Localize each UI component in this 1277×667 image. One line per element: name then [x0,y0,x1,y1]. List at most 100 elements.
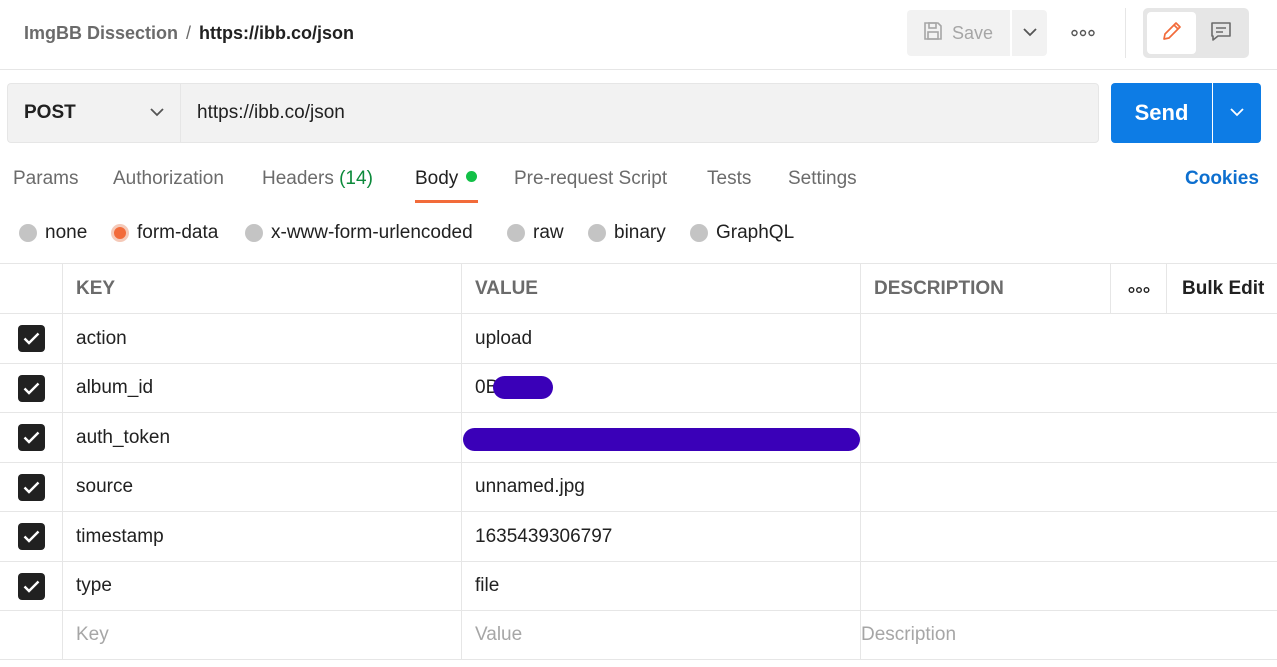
chevron-down-icon [150,104,164,122]
radio-label: none [45,222,88,243]
comments-mode-button[interactable] [1196,12,1245,54]
radio-button[interactable] [19,224,37,242]
radio-button[interactable] [588,224,606,242]
row-checkbox[interactable] [17,572,45,600]
description-cell[interactable] [861,562,1277,610]
save-button[interactable]: Save [907,10,1010,56]
cookies-link[interactable]: Cookies [1185,168,1259,190]
pencil-icon [1160,19,1184,48]
key-cell[interactable]: source [63,463,462,511]
row-checkbox[interactable] [17,523,45,550]
row-checkbox[interactable] [17,424,45,451]
body-type-urlencoded[interactable]: x-www-form-urlencoded [245,221,473,245]
key-cell[interactable]: action [63,314,462,363]
comment-icon [1209,19,1233,48]
radio-button[interactable] [507,224,525,242]
body-type-graphql[interactable]: GraphQL [690,221,794,245]
tab-headers[interactable]: Headers (14) [262,168,373,190]
tab-body-label: Body [415,168,459,189]
save-icon [922,20,944,47]
new-key-input[interactable]: Key [63,611,462,659]
method-select[interactable]: POST [7,83,180,143]
key-cell[interactable]: album_id [63,364,462,412]
request-name[interactable]: https://ibb.co/json [199,23,354,43]
body-type-raw[interactable]: raw [507,221,564,245]
new-description-input[interactable]: Description [861,611,1277,659]
chevron-down-icon [1022,24,1037,42]
row-checkbox[interactable] [17,325,45,352]
key-cell[interactable]: auth_token [63,413,462,462]
key-cell[interactable]: type [63,562,462,610]
tab-tests[interactable]: Tests [707,168,751,190]
description-cell[interactable] [861,413,1277,462]
radio-button-selected[interactable] [111,224,129,242]
edit-mode-button[interactable] [1147,12,1196,54]
tab-headers-label: Headers [262,168,334,189]
new-value-input[interactable]: Value [462,611,861,659]
body-type-none[interactable]: none [19,221,87,245]
row-checkbox-cell [0,413,63,462]
tab-pre-request-script[interactable]: Pre-request Script [514,168,667,190]
form-data-table: KEY VALUE DESCRIPTION Bulk Edit action u… [0,263,1277,660]
radio-button[interactable] [690,224,708,242]
redaction-mark [493,376,553,399]
table-row: action upload [0,314,1277,364]
row-checkbox-cell [0,562,63,610]
headers-count: (14) [339,168,373,189]
radio-label: raw [533,222,564,243]
description-cell[interactable] [861,512,1277,561]
header-value: VALUE [462,264,861,313]
save-label: Save [952,22,994,43]
more-actions-button[interactable] [1064,18,1102,48]
radio-label: x-www-form-urlencoded [271,222,473,243]
header-checkbox-column [0,264,63,313]
breadcrumb-separator: / [186,23,192,43]
radio-button[interactable] [245,224,263,242]
tab-authorization[interactable]: Authorization [113,168,224,190]
value-cell[interactable]: file [462,562,861,610]
value-cell[interactable]: 1635439306797 [462,512,861,561]
view-mode-toggle [1143,8,1249,58]
description-cell[interactable] [861,364,1277,412]
more-horizontal-icon [1071,24,1095,42]
body-type-form-data[interactable]: form-data [111,221,218,245]
table-row: type file [0,562,1277,611]
column-options-button[interactable] [1111,264,1167,313]
row-checkbox-cell [0,314,63,363]
description-cell[interactable] [861,463,1277,511]
radio-label: binary [614,222,666,243]
description-cell[interactable] [861,314,1277,363]
table-row: source unnamed.jpg [0,463,1277,512]
row-checkbox[interactable] [17,473,45,501]
row-checkbox-cell [0,512,63,561]
body-active-dot [466,171,478,182]
breadcrumb-collection[interactable]: ImgBB Dissection [24,23,178,43]
table-header-row: KEY VALUE DESCRIPTION Bulk Edit [0,264,1277,314]
header-description: DESCRIPTION [861,264,1111,313]
send-button-group: Send [1111,83,1261,143]
tab-body[interactable]: Body [415,168,478,190]
value-cell[interactable]: unnamed.jpg [462,463,861,511]
method-label: POST [24,102,76,123]
row-checkbox-cell [0,364,63,412]
key-cell[interactable]: timestamp [63,512,462,561]
url-input[interactable]: https://ibb.co/json [180,83,1099,143]
header-key: KEY [63,264,462,313]
save-options-button[interactable] [1012,10,1047,56]
empty-checkbox-cell [0,611,63,659]
bulk-edit-button[interactable]: Bulk Edit [1167,264,1277,313]
value-cell[interactable]: upload [462,314,861,363]
row-checkbox-cell [0,463,63,511]
new-entry-row: Key Value Description [0,611,1277,660]
send-button[interactable]: Send [1111,83,1212,143]
table-row: album_id 0B [0,364,1277,413]
send-options-button[interactable] [1213,83,1261,143]
redaction-mark [463,428,860,451]
row-checkbox[interactable] [17,374,45,402]
table-row: timestamp 1635439306797 [0,512,1277,562]
active-tab-indicator [415,200,478,203]
body-type-binary[interactable]: binary [588,221,666,245]
table-row: auth_token [0,413,1277,463]
tab-params[interactable]: Params [13,168,78,190]
tab-settings[interactable]: Settings [788,168,857,190]
